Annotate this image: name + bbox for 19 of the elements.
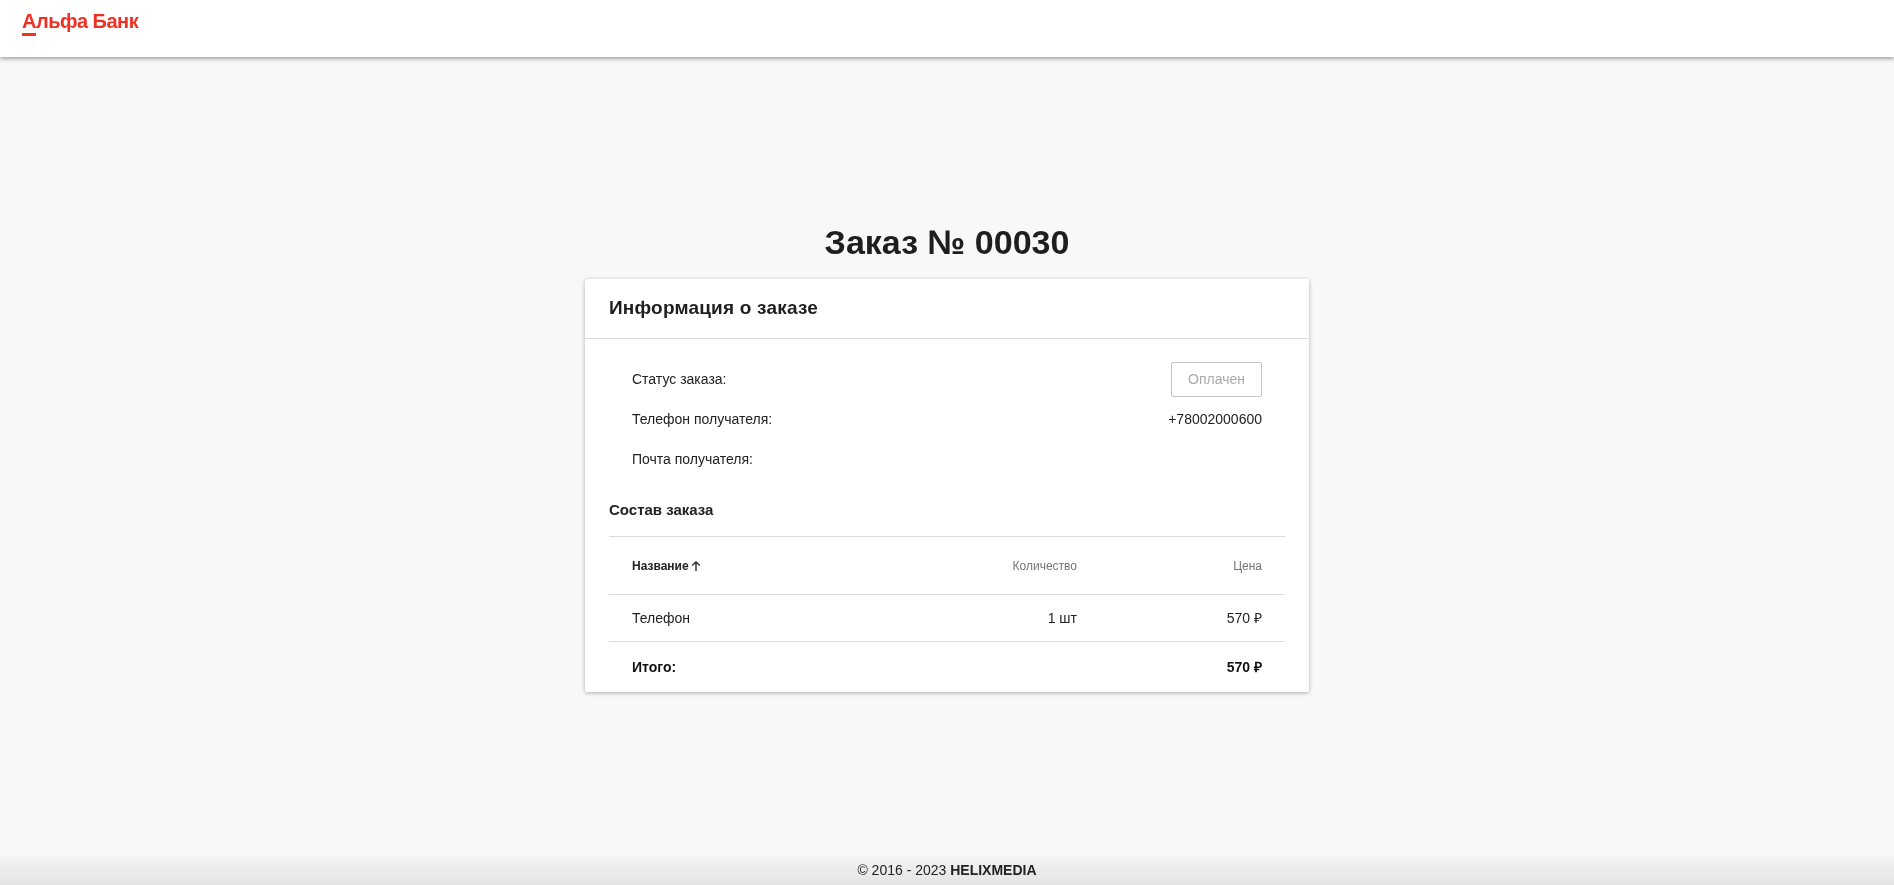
- section-title: Состав заказа: [609, 500, 714, 520]
- status-chip: Оплачен: [1171, 361, 1262, 397]
- column-header[interactable]: Количество: [1012, 556, 1077, 575]
- card-title: Информация о заказе: [609, 296, 819, 321]
- page-title: Заказ № 00030: [824, 222, 1070, 262]
- detail-label: Статус заказа:: [632, 369, 727, 389]
- column-header[interactable]: Цена: [1233, 556, 1262, 575]
- detail-label: Почта получателя:: [632, 449, 753, 469]
- total-value: 570 ₽: [1226, 657, 1262, 677]
- table-cell-text: Телефон: [632, 608, 691, 628]
- detail-label: Телефон получателя:: [632, 409, 773, 429]
- total-label: Итого:: [632, 657, 677, 677]
- table-cell-text: 1 шт: [1047, 608, 1077, 628]
- column-header[interactable]: Название: [632, 556, 689, 575]
- table-cell-text: 570 ₽: [1226, 608, 1262, 628]
- logo-bar-icon: [22, 33, 36, 36]
- copyright-text: © 2016 - 2023 HELIXMEDIA: [857, 860, 1037, 880]
- bank-logo[interactable]: Альфа Банк: [22, 9, 139, 33]
- detail-value: +78002000600: [1168, 409, 1262, 429]
